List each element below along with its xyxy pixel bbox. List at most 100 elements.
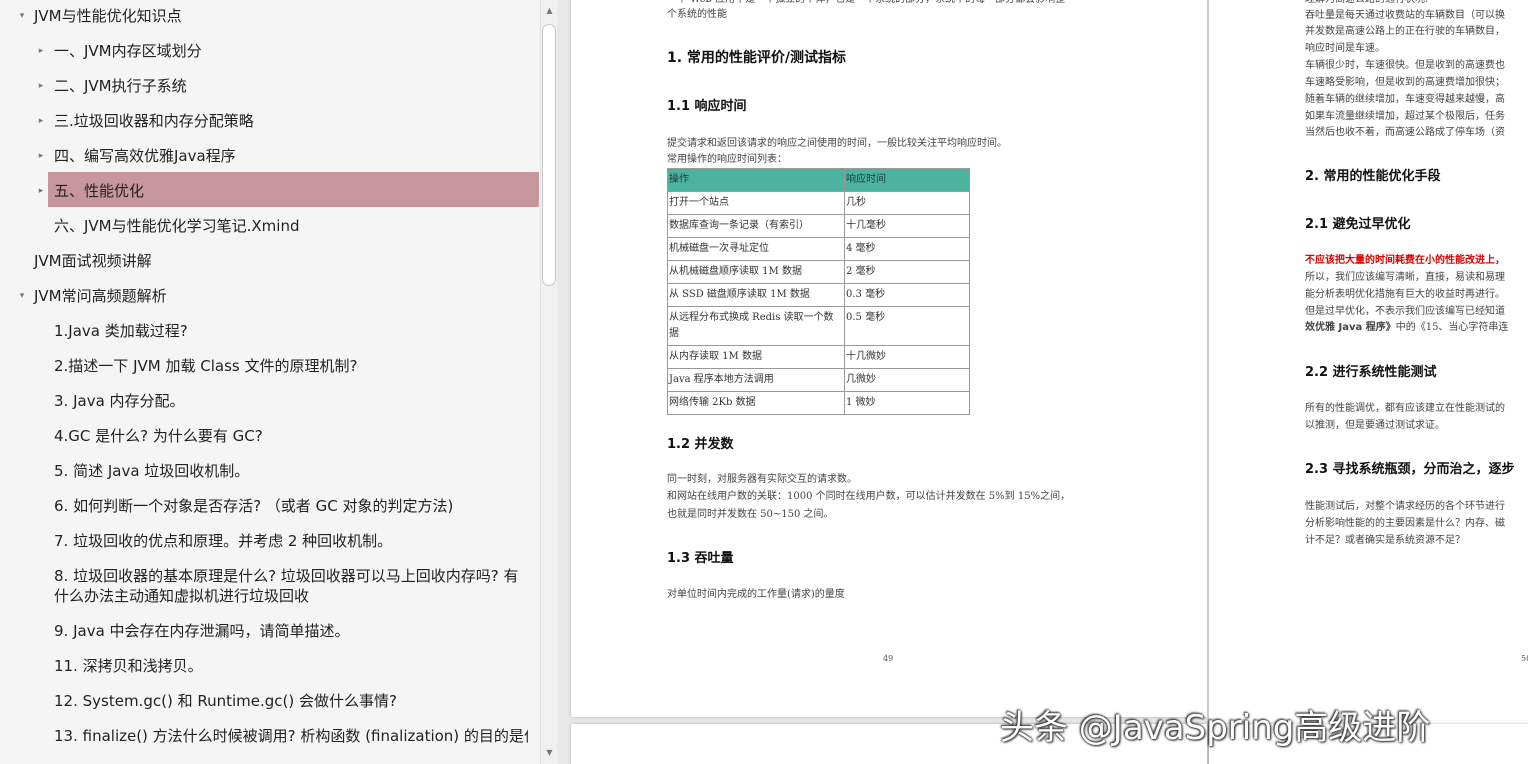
paragraph-line: 计不足？或者确实是系统资源不足？ [1305, 535, 1465, 546]
paragraph-line: 车辆很少时，车速很快。但是收到的高速费也 [1305, 60, 1505, 71]
paragraph-line: 随着车辆的继续增加，车速变得越来越慢，高 [1305, 94, 1505, 105]
table-row: Java 程序本地方法调用 几微妙 [667, 368, 970, 392]
table-cell: 2 毫秒 [844, 260, 970, 284]
table-cell: 从内存读取 1M 数据 [667, 345, 845, 369]
table-cell: 机械磁盘一次寻址定位 [667, 237, 845, 261]
paragraph: 提交请求和返回该请求的响应之间使用的时间，一般比较关注平均响应时间。 [667, 138, 1007, 149]
column-header: 响应时间 [844, 168, 970, 192]
section-heading: 1.1 响应时间 [667, 99, 747, 114]
outline-item-label: 11. 深拷贝和浅拷贝。 [54, 657, 203, 675]
sidebar-scrollbar[interactable]: ▲ ▼ [540, 0, 558, 764]
outline-item-label-cont: 什么办法主动通知虚拟机进行垃圾回收 [54, 587, 310, 605]
table-row: 打开一个站点 几秒 [667, 191, 970, 215]
document-viewer[interactable]: 一个 Web 应用不是一个孤立的个体，它是一个系统的部分，系统中的每一部分都会影… [557, 0, 1528, 764]
outline-item-label: 3. Java 内存分配。 [54, 392, 185, 410]
table-cell: 1 微妙 [844, 391, 970, 415]
paragraph-line: 理解为高速公路的通行状况: [1305, 0, 1428, 8]
watermark-text: 头条 @JavaSpring高级进阶 [1000, 708, 1431, 748]
outline-item-label: 9. Java 中会存在内存泄漏吗，请简单描述。 [54, 622, 350, 640]
outline-item-label: 三.垃圾回收器和内存分配策略 [54, 112, 254, 130]
chevron-down-icon[interactable]: ▾ [16, 286, 28, 306]
table-cell: 十几微妙 [844, 345, 970, 369]
emphasis-text: 不应该把大量的时间耗费在小的性能改进上， [1305, 255, 1505, 266]
section-heading: 2. 常用的性能优化手段 [1305, 169, 1441, 184]
paragraph-line: 性能测试后，对整个请求经历的各个环节进行 [1305, 501, 1505, 512]
table-row: 从远程分布式换成 Redis 读取一个数据 0.5 毫秒 [667, 306, 970, 346]
page-number: 49 [883, 654, 894, 663]
table-cell: 0.5 毫秒 [844, 306, 970, 346]
paragraph: 常用操作的响应时间列表： [667, 154, 787, 165]
table-cell: 4 毫秒 [844, 237, 970, 261]
outline-item-label: 5. 简述 Java 垃圾回收机制。 [54, 462, 250, 480]
table-row: 从 SSD 磁盘顺序读取 1M 数据 0.3 毫秒 [667, 283, 970, 307]
outline-item-label: 六、JVM与性能优化学习笔记.Xmind [54, 217, 300, 235]
table-cell: 打开一个站点 [667, 191, 845, 215]
outline-item-label: 12. System.gc() 和 Runtime.gc() 会做什么事情? [54, 692, 397, 710]
table-row: 从机械磁盘顺序读取 1M 数据 2 毫秒 [667, 260, 970, 284]
chevron-right-icon[interactable]: ▸ [35, 76, 47, 96]
outline-item-label: 8. 垃圾回收器的基本原理是什么? 垃圾回收器可以马上回收内存吗? 有 [54, 567, 519, 585]
reference-tail: 中的《15、当心字符串连 [1395, 322, 1509, 333]
table-cell: 从远程分布式换成 Redis 读取一个数据 [667, 306, 845, 346]
scrollbar-thumb[interactable] [542, 24, 556, 286]
outline-item-label: 1.Java 类加载过程? [54, 322, 188, 340]
outline-item-label: JVM面试视频讲解 [34, 252, 152, 270]
paragraph-line: 响应时间是车速。 [1305, 43, 1385, 54]
chevron-right-icon[interactable]: ▸ [35, 41, 47, 61]
paragraph: 和网站在线用户数的关联：1000 个同时在线用户数，可以估计并发数在 5%到 1… [667, 491, 1071, 502]
table-header-row: 操作 响应时间 [667, 168, 970, 192]
outline-item-q8[interactable]: 8. 垃圾回收器的基本原理是什么? 垃圾回收器可以马上回收内存吗? 有 什么办法… [0, 566, 540, 606]
table-cell: 数据库查询一条记录（有索引） [667, 214, 845, 238]
scroll-down-arrow-icon[interactable]: ▼ [541, 744, 558, 761]
chevron-right-icon[interactable]: ▸ [35, 146, 47, 166]
table-cell: Java 程序本地方法调用 [667, 368, 845, 392]
paragraph-line: 但是过早优化，不表示我们应该编写已经知道 [1305, 306, 1505, 317]
table-cell: 0.3 毫秒 [844, 283, 970, 307]
bold-reference: 效优雅 Java 程序》 [1305, 322, 1396, 333]
paragraph-line: 所以，我们应该编写清晰，直接，易读和易理 [1305, 272, 1505, 283]
document-page-50: 理解为高速公路的通行状况: 吞吐量是每天通过收费站的车辆数目（可以换 并发数是高… [1209, 0, 1528, 764]
chevron-down-icon[interactable]: ▾ [16, 6, 28, 26]
paragraph-line: 以推测，但是要通过测试求证。 [1305, 420, 1445, 431]
outline-item-label: JVM常问高频题解析 [34, 287, 167, 305]
paragraph: 也就是同时并发数在 50~150 之间。 [667, 509, 834, 520]
section-heading: 1. 常用的性能评价/测试指标 [667, 50, 847, 66]
scroll-up-arrow-icon[interactable]: ▲ [541, 2, 558, 19]
paragraph-line: 当然后也收不着，而高速公路成了停车场（资 [1305, 127, 1505, 138]
response-time-table: 操作 响应时间 打开一个站点 几秒 数据库查询一条记录（有索引） 十几毫秒 机械磁盘… [667, 168, 970, 415]
table-row: 从内存读取 1M 数据 十几微妙 [667, 345, 970, 369]
section-heading: 2.3 寻找系统瓶颈，分而治之，逐步 [1305, 462, 1515, 477]
table-row: 网络传输 2Kb 数据 1 微妙 [667, 391, 970, 415]
table-cell: 几微妙 [844, 368, 970, 392]
paragraph-line: 如果车流量继续增加，超过某个极限后，任务 [1305, 111, 1505, 122]
document-page-49: 一个 Web 应用不是一个孤立的个体，它是一个系统的部分，系统中的每一部分都会影… [571, 0, 1207, 717]
outline-item-label: 四、编写高效优雅Java程序 [54, 147, 236, 165]
chevron-right-icon[interactable]: ▸ [35, 181, 47, 201]
section-heading: 1.3 吞吐量 [667, 551, 734, 566]
outline-item-label: 7. 垃圾回收的优点和原理。并考虑 2 种回收机制。 [54, 532, 393, 550]
outline-item-label: 二、JVM执行子系统 [54, 77, 187, 95]
column-header: 操作 [667, 168, 845, 192]
outline-item-label: 4.GC 是什么? 为什么要有 GC? [54, 427, 263, 445]
paragraph-line: 能分析表明优化措施有巨大的收益时再进行。 [1305, 289, 1505, 300]
table-cell: 从机械磁盘顺序读取 1M 数据 [667, 260, 845, 284]
table-cell: 从 SSD 磁盘顺序读取 1M 数据 [667, 283, 845, 307]
paragraph-line: 所有的性能调优，都有应该建立在性能测试的 [1305, 403, 1505, 414]
paragraph: 对单位时间内完成的工作量(请求)的量度 [667, 589, 845, 600]
outline-item-label: 一、JVM内存区域划分 [54, 42, 202, 60]
table-cell: 几秒 [844, 191, 970, 215]
chevron-right-icon[interactable]: ▸ [35, 111, 47, 131]
paragraph-line: 分析影响性能的的主要因素是什么？内存、磁 [1305, 518, 1505, 529]
table-cell: 十几毫秒 [844, 214, 970, 238]
paragraph: 同一时刻，对服务器有实际交互的请求数。 [667, 474, 857, 485]
section-heading: 2.2 进行系统性能测试 [1305, 365, 1437, 380]
outline-item-label: 2.描述一下 JVM 加载 Class 文件的原理机制? [54, 357, 358, 375]
section-heading: 2.1 避免过早优化 [1305, 217, 1411, 232]
outline-item-label: JVM与性能优化知识点 [34, 7, 182, 25]
table-cell: 网络传输 2Kb 数据 [667, 391, 845, 415]
page-number: 50 [1521, 654, 1528, 663]
table-row: 机械磁盘一次寻址定位 4 毫秒 [667, 237, 970, 261]
outline-item-label: 6. 如何判断一个对象是否存活? （或者 GC 对象的判定方法) [54, 497, 454, 515]
table-row: 数据库查询一条记录（有索引） 十几毫秒 [667, 214, 970, 238]
section-heading: 1.2 并发数 [667, 437, 734, 452]
